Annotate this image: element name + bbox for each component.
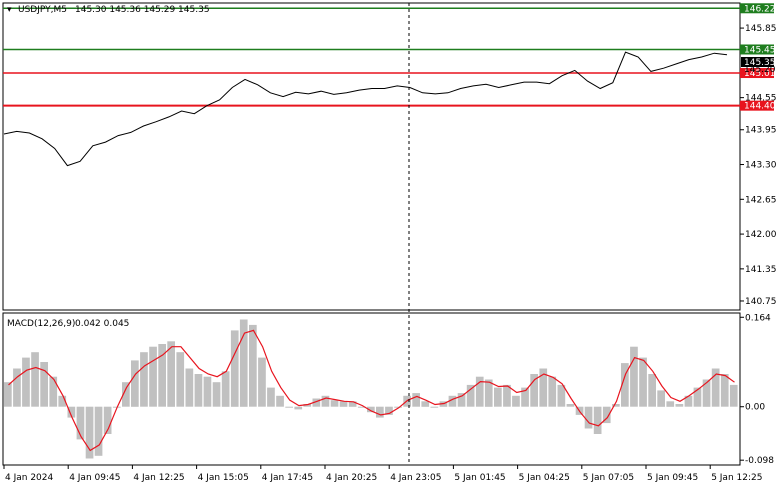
macd-bar — [176, 352, 185, 407]
macd-bar — [376, 406, 384, 418]
macd-bar — [321, 395, 330, 407]
ohlc-values: 145.30 145.36 145.29 145.35 — [75, 5, 210, 15]
macd-axis: 0.164 0.00 -0.098 — [740, 313, 774, 466]
time-tick-label: 5 Jan 09:45 — [647, 473, 698, 483]
macd-bar — [657, 390, 665, 407]
time-tick-label: 5 Jan 12:25 — [711, 473, 762, 483]
macd-bar — [230, 330, 239, 407]
time-tick-label: 4 Jan 2024 — [5, 473, 53, 483]
macd-bar — [457, 393, 466, 407]
price-line — [3, 51, 728, 167]
price-tick-label: 142.65 — [745, 195, 777, 205]
price-line-group — [3, 51, 728, 167]
macd-bar — [666, 401, 675, 407]
macd-bar — [720, 374, 729, 407]
price-tick-label: 142.00 — [745, 230, 777, 240]
macd-bar — [140, 352, 148, 407]
macd-bar — [203, 376, 212, 407]
macd-bar — [85, 406, 94, 459]
support-resistance-levels[interactable]: 146.22145.45145.01144.40 — [3, 3, 776, 112]
price-tick-label: 143.95 — [745, 126, 777, 136]
macd-pane-frame — [2, 312, 741, 466]
macd-bar — [194, 374, 203, 407]
macd-bar — [294, 406, 303, 410]
macd-bar — [430, 406, 439, 408]
macd-bar — [593, 406, 602, 434]
macd-bar — [675, 404, 684, 407]
extra-price-label: 145.20 — [744, 65, 776, 75]
macd-bar — [149, 346, 157, 407]
macd-bar — [249, 324, 257, 407]
macd-name: MACD(12,26,9) — [7, 319, 75, 329]
macd-bar — [330, 400, 339, 407]
macd-bar — [648, 374, 656, 407]
macd-bar — [212, 382, 221, 407]
time-tick-label: 5 Jan 01:45 — [454, 473, 505, 483]
macd-bar — [566, 404, 575, 407]
macd-bar — [267, 387, 275, 407]
level-tag-label: 146.22 — [744, 4, 776, 14]
time-tick-label: 4 Jan 23:05 — [390, 473, 441, 483]
macd-bar — [49, 376, 58, 407]
macd-bar — [412, 393, 420, 407]
time-axis: 4 Jan 2024 4 Jan 09:45 4 Jan 12:25 4 Jan 15… — [3, 465, 762, 483]
macd-bar — [22, 357, 30, 407]
macd-bar — [185, 368, 194, 407]
macd-bar — [512, 395, 520, 407]
macd-bar — [167, 341, 175, 407]
macd-bar — [639, 357, 647, 407]
macd-bar — [94, 406, 103, 456]
macd-tick-label: 0.164 — [745, 313, 771, 323]
macd-bar — [339, 401, 348, 407]
macd-bar — [494, 387, 502, 407]
macd-bar — [13, 368, 21, 407]
macd-bar — [31, 352, 39, 407]
price-tick-label: 145.85 — [745, 24, 777, 34]
trading-chart[interactable]: 145.85144.55143.95143.30142.65142.00141.… — [0, 0, 781, 489]
macd-bar — [729, 384, 738, 407]
price-tick-label: 140.75 — [745, 297, 777, 307]
time-tick-label: 4 Jan 17:45 — [262, 473, 313, 483]
price-tick-label: 141.35 — [745, 265, 777, 275]
collapse-arrow-icon[interactable]: ▾ — [7, 5, 12, 15]
macd-bar — [584, 406, 593, 429]
macd-bar — [630, 346, 638, 407]
macd-bar — [557, 384, 566, 407]
macd-bar — [421, 401, 430, 407]
macd-tick-label: -0.098 — [745, 456, 774, 466]
macd-tick-label: 0.00 — [745, 403, 765, 413]
macd-bar — [466, 384, 475, 407]
time-tick-label: 5 Jan 07:05 — [583, 473, 634, 483]
macd-bar — [4, 382, 12, 407]
macd-bar — [221, 371, 230, 407]
time-tick-label: 4 Jan 09:45 — [69, 473, 120, 483]
macd-bar — [40, 362, 48, 407]
price-tick-label: 143.30 — [745, 161, 777, 171]
macd-bar — [131, 360, 139, 407]
macd-bar — [548, 376, 557, 407]
macd-bar — [276, 395, 284, 407]
level-tag-label: 144.40 — [744, 102, 776, 112]
macd-bar — [285, 406, 293, 408]
macd-bar — [258, 357, 266, 407]
symbol-label: USDJPY,M5 — [18, 5, 67, 15]
time-tick-label: 4 Jan 12:25 — [133, 473, 184, 483]
time-tick-label: 4 Jan 15:05 — [198, 473, 249, 483]
time-tick-label: 5 Jan 04:25 — [519, 473, 570, 483]
macd-values: 0.042 0.045 — [75, 319, 129, 329]
time-tick-label: 4 Jan 20:25 — [326, 473, 377, 483]
macd-histogram — [4, 319, 738, 459]
level-tag-label: 145.45 — [744, 45, 776, 55]
macd-bar — [702, 379, 711, 407]
